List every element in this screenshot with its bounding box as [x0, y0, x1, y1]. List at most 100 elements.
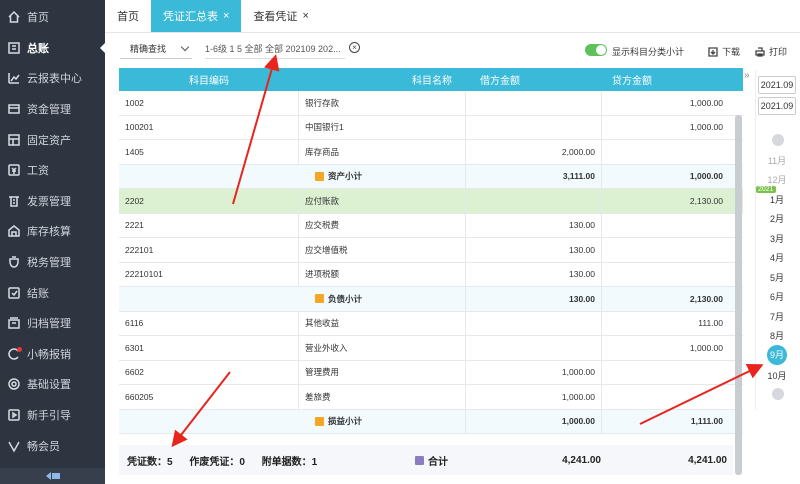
sidebar-item-fund[interactable]: 资金管理 [0, 94, 105, 125]
table-row[interactable]: 6602 管理费用 1,000.00 [119, 360, 743, 385]
tab-home[interactable]: 首页 [105, 0, 151, 32]
tab-view-voucher[interactable]: 查看凭证 × [241, 0, 320, 32]
sidebar-item-inventory[interactable]: 库存核算 [0, 216, 105, 247]
sidebar-item-label: 结账 [27, 287, 49, 300]
period-panel: 2021.09 2021.09 11月 12月 2021 1月 2月 3月 4月… [755, 70, 797, 410]
void-voucher-count: 作废凭证：0 [189, 456, 245, 468]
credit-cell [602, 263, 729, 287]
end-period[interactable]: 2021.09 [758, 97, 796, 115]
notification-dot [17, 346, 22, 352]
sidebar-item-label: 新手引导 [27, 410, 71, 423]
month-item[interactable]: 1月 [756, 193, 798, 206]
chart-icon [7, 71, 21, 85]
collapse-sidebar-button[interactable] [0, 468, 105, 484]
voucher-summary-table: 科目编码 科目名称 借方金额 贷方金额 1002 银行存款 1,000.00 1002… [119, 68, 743, 476]
table-row[interactable]: 2202 应付账款 2,130.00 [119, 189, 743, 214]
account-code-cell: 22210101 [119, 262, 299, 286]
sidebar-item-report-center[interactable]: 云报表中心 [0, 63, 105, 94]
month-item[interactable]: 7月 [756, 310, 798, 323]
subtotal-toggle[interactable] [585, 44, 607, 56]
table-row[interactable]: 6301 营业外收入 1,000.00 [119, 336, 743, 361]
debit-cell: 2,000.00 [466, 140, 602, 164]
filter-condition-input[interactable]: 1-6级 1 5 全部 全部 202109 202... [205, 39, 345, 59]
table-row[interactable]: 1405 库存商品 2,000.00 [119, 140, 743, 165]
search-mode-select[interactable]: 精确查找 [120, 39, 192, 59]
table-row[interactable]: 2221 应交税费 130.00 [119, 213, 743, 238]
collapse-arrow-icon [45, 472, 60, 480]
invoice-icon [7, 194, 21, 208]
sidebar-item-guide[interactable]: 新手引导 [0, 400, 105, 431]
close-icon[interactable]: × [302, 10, 308, 22]
start-period[interactable]: 2021.09 [758, 76, 796, 94]
credit-cell [602, 140, 729, 164]
month-item[interactable]: 11月 [756, 154, 798, 167]
subtotal-row: 资产小计 3,111.00 1,000.00 [119, 164, 743, 189]
table-scrollbar[interactable] [735, 115, 742, 475]
download-button[interactable]: 下载 [708, 45, 740, 58]
tab-voucher-summary[interactable]: 凭证汇总表 × [151, 0, 242, 32]
guide-icon [7, 408, 21, 422]
total-label-text: 合计 [428, 456, 448, 468]
table-row[interactable]: 22210101 进项税额 130.00 [119, 262, 743, 287]
debit-cell: 3,111.00 [466, 164, 602, 188]
sidebar-item-vip[interactable]: 畅会员 [0, 430, 105, 461]
month-item[interactable]: 5月 [756, 271, 798, 284]
expand-panel-icon[interactable]: » [744, 70, 750, 81]
column-header-debit: 借方金额 [480, 76, 520, 87]
sidebar-item-label: 总账 [27, 42, 49, 55]
close-icon[interactable]: × [223, 10, 229, 22]
sidebar-item-close-account[interactable]: 结账 [0, 277, 105, 308]
month-item[interactable]: 10月 [756, 369, 798, 382]
sidebar-item-tax[interactable]: 税务管理 [0, 247, 105, 278]
sidebar-item-home[interactable]: 首页 [0, 2, 105, 33]
scroll-down-icon[interactable] [772, 388, 784, 400]
home-icon [7, 10, 21, 24]
sidebar-item-fixed-asset[interactable]: 固定资产 [0, 124, 105, 155]
credit-cell: 1,000.00 [689, 342, 723, 353]
sidebar-item-label: 库存核算 [27, 226, 71, 239]
sidebar-item-label: 畅会员 [27, 440, 60, 453]
table-row[interactable]: 6116 其他收益 111.00 [119, 311, 743, 336]
subtotal-label-cell: 损益小计 [299, 409, 466, 433]
table-row[interactable]: 100201 中国银行1 1,000.00 [119, 115, 743, 140]
month-item[interactable]: 12月 [756, 173, 798, 186]
account-name-cell: 应付账款 [299, 189, 466, 213]
sidebar-item-salary[interactable]: 工资 [0, 155, 105, 186]
sidebar-item-reimburse[interactable]: 小畅报销 [0, 339, 105, 370]
print-label: 打印 [769, 47, 788, 57]
month-item[interactable]: 6月 [756, 290, 798, 303]
voucher-stats: 凭证数：5 作废凭证：0 附单据数：1 [127, 453, 331, 468]
table-row[interactable]: 660205 差旅费 1,000.00 [119, 385, 743, 410]
clear-filter-icon[interactable]: × [349, 42, 360, 53]
account-code-cell [119, 165, 299, 189]
tab-label: 查看凭证 [253, 11, 298, 23]
month-item[interactable]: 8月 [756, 329, 798, 342]
account-code-cell: 6116 [119, 311, 299, 335]
table-row[interactable]: 222101 应交增值税 130.00 [119, 238, 743, 263]
credit-cell: 1,000.00 [689, 171, 723, 182]
month-item[interactable]: 4月 [756, 251, 798, 264]
voucher-count: 凭证数：5 [127, 456, 173, 468]
column-header-name: 科目名称 [412, 76, 452, 87]
month-item[interactable]: 2月 [756, 212, 798, 225]
search-mode-value: 精确查找 [130, 44, 167, 54]
salary-icon [7, 163, 21, 177]
month-item-selected[interactable]: 9月 [767, 345, 787, 365]
debit-cell: 1,000.00 [466, 360, 602, 384]
table-row[interactable]: 1002 银行存款 1,000.00 [119, 91, 743, 116]
sidebar-item-invoice[interactable]: 发票管理 [0, 186, 105, 217]
account-name-cell: 管理费用 [299, 360, 466, 384]
year-badge: 2021 [756, 186, 776, 193]
sidebar-item-archive[interactable]: 归档管理 [0, 308, 105, 339]
scroll-up-icon[interactable] [772, 134, 784, 146]
print-button[interactable]: 打印 [755, 45, 787, 58]
sidebar-item-ledger[interactable]: 总账 [0, 33, 105, 64]
sidebar-item-settings[interactable]: 基础设置 [0, 369, 105, 400]
toolbar: 精确查找 1-6级 1 5 全部 全部 202109 202... × 显示科目… [105, 33, 800, 67]
subtotal-label: 负债小计 [328, 293, 363, 304]
account-name-cell: 营业外收入 [299, 336, 466, 360]
account-code-cell: 1405 [119, 140, 299, 164]
month-item[interactable]: 3月 [756, 232, 798, 245]
account-name-cell: 中国银行1 [299, 115, 466, 139]
subtotal-icon [315, 294, 324, 304]
